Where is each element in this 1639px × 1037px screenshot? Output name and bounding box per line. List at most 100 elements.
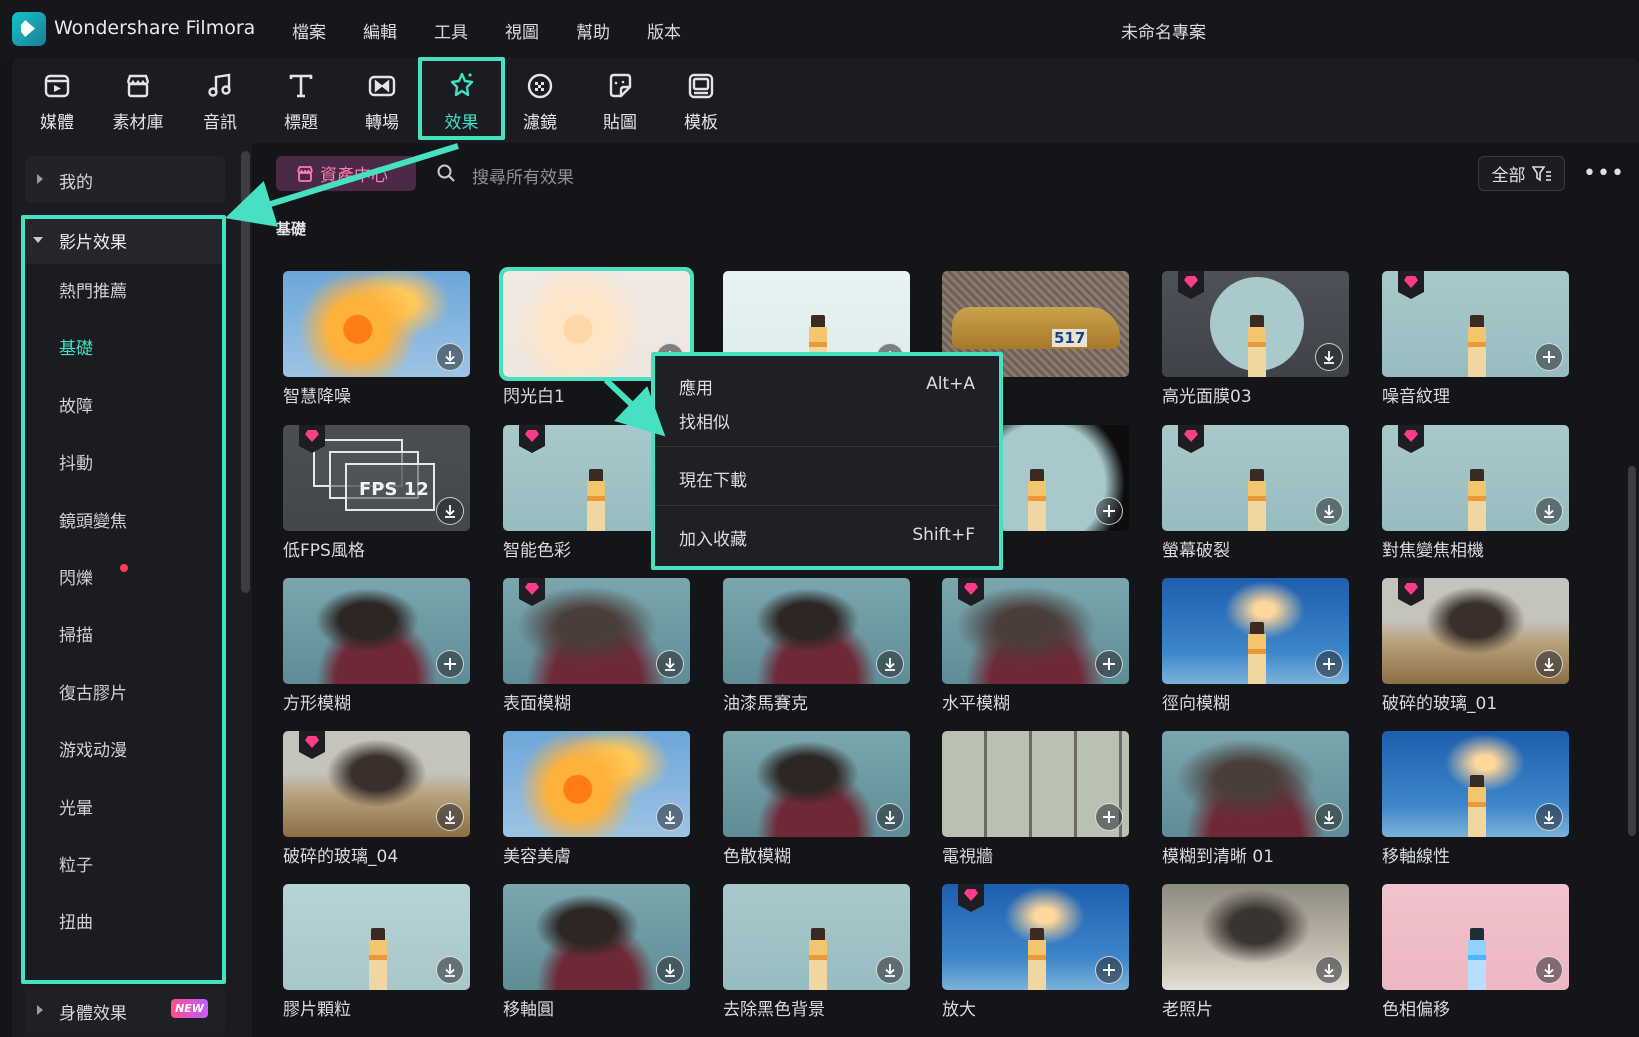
sidebar-item-glitch[interactable]: 故障 (59, 392, 93, 417)
asset-center-button[interactable]: 資產中心 (276, 156, 416, 191)
sidebar-item-popular[interactable]: 熱門推薦 (59, 277, 127, 302)
add-icon[interactable] (1095, 956, 1123, 984)
effect-card[interactable] (1162, 271, 1349, 377)
download-icon[interactable] (1315, 803, 1343, 831)
effect-card[interactable] (1382, 884, 1569, 990)
menu-edit[interactable]: 編輯 (363, 18, 397, 43)
menu-apply[interactable]: 應用 (679, 374, 713, 399)
effect-card[interactable] (1162, 884, 1349, 990)
tab-stickers[interactable]: 貼圖 (585, 58, 655, 143)
download-icon[interactable] (876, 956, 904, 984)
tab-stickers-label: 貼圖 (603, 113, 637, 133)
download-icon[interactable] (656, 650, 684, 678)
project-name[interactable]: 未命名專案 (1121, 18, 1206, 43)
effect-card[interactable]: FPS 12 (283, 425, 470, 531)
effect-card[interactable] (1162, 578, 1349, 684)
sidebar-item-particles[interactable]: 粒子 (59, 851, 93, 876)
menu-add-favorite-shortcut: Shift+F (912, 525, 975, 545)
sidebar-my[interactable]: 我的 (25, 156, 225, 203)
search-input[interactable]: 搜尋所有效果 (472, 163, 574, 188)
lighthouse-image (587, 469, 605, 531)
download-icon[interactable] (1535, 650, 1563, 678)
tab-transitions[interactable]: 轉場 (347, 58, 417, 143)
filter-all-button[interactable]: 全部 (1478, 156, 1565, 191)
tab-titles[interactable]: 標題 (266, 58, 336, 143)
add-icon[interactable] (1095, 497, 1123, 525)
download-icon[interactable] (1535, 956, 1563, 984)
download-icon[interactable] (1315, 956, 1343, 984)
tab-audio-label: 音訊 (203, 113, 237, 133)
download-icon[interactable] (436, 343, 464, 371)
menu-file[interactable]: 檔案 (292, 18, 326, 43)
download-icon[interactable] (656, 803, 684, 831)
effect-card[interactable] (283, 884, 470, 990)
download-icon[interactable] (436, 803, 464, 831)
menu-help[interactable]: 幫助 (576, 18, 610, 43)
effect-card[interactable] (1162, 425, 1349, 531)
sidebar-group-video-effects[interactable]: 影片效果 (25, 216, 225, 264)
sidebar-item-scan[interactable]: 掃描 (59, 621, 93, 646)
more-options-icon[interactable]: ••• (1583, 161, 1625, 186)
effect-card-label: 閃光白1 (503, 387, 565, 407)
download-icon[interactable] (436, 956, 464, 984)
sidebar-item-basic[interactable]: 基礎 (59, 334, 93, 359)
effect-card[interactable] (1382, 425, 1569, 531)
effect-card-label: 破碎的玻璃_04 (283, 847, 399, 867)
content-scrollbar[interactable] (1628, 466, 1636, 836)
download-icon[interactable] (1315, 497, 1343, 525)
download-icon[interactable] (436, 497, 464, 525)
sidebar-item-lens-zoom[interactable]: 鏡頭變焦 (59, 507, 127, 532)
add-icon[interactable] (1315, 650, 1343, 678)
effect-card[interactable] (1382, 731, 1569, 837)
sidebar-item-retro-film[interactable]: 復古膠片 (59, 679, 127, 704)
sidebar-item-flicker[interactable]: 閃爍 (59, 564, 93, 589)
sidebar-scrollbar[interactable] (241, 151, 250, 593)
effect-card[interactable] (283, 271, 470, 377)
add-icon[interactable] (436, 650, 464, 678)
effect-card[interactable] (723, 884, 910, 990)
menu-add-favorite[interactable]: 加入收藏 (679, 525, 747, 550)
tab-templates[interactable]: 模板 (666, 58, 736, 143)
add-icon[interactable] (1095, 803, 1123, 831)
download-icon[interactable] (876, 803, 904, 831)
sidebar-item-game-anime[interactable]: 游戏动漫 (59, 736, 127, 761)
tab-audio[interactable]: 音訊 (185, 58, 255, 143)
menu-download-now[interactable]: 現在下載 (679, 466, 747, 491)
effect-card[interactable] (283, 731, 470, 837)
download-icon[interactable] (656, 956, 684, 984)
tab-effects[interactable]: 效果 (418, 57, 505, 140)
add-icon[interactable] (1095, 650, 1123, 678)
menu-find-similar[interactable]: 找相似 (679, 408, 730, 433)
effect-card[interactable] (723, 578, 910, 684)
tab-stock[interactable]: 素材庫 (103, 58, 173, 143)
effect-card[interactable] (1382, 271, 1569, 377)
sidebar-item-halo[interactable]: 光暈 (59, 794, 93, 819)
effect-card[interactable] (942, 884, 1129, 990)
effect-card[interactable] (503, 731, 690, 837)
sidebar-item-shake[interactable]: 抖動 (59, 449, 93, 474)
menu-view[interactable]: 視圖 (505, 18, 539, 43)
asset-center-label: 資產中心 (320, 166, 388, 186)
lighthouse-image (1468, 928, 1486, 990)
effect-card[interactable] (942, 578, 1129, 684)
effect-card[interactable] (1382, 578, 1569, 684)
menu-version[interactable]: 版本 (647, 18, 681, 43)
tab-filters[interactable]: 濾鏡 (505, 58, 575, 143)
menu-tools[interactable]: 工具 (434, 18, 468, 43)
sidebar-item-distortion[interactable]: 扭曲 (59, 908, 93, 933)
sidebar-highlight-annotation (21, 215, 226, 984)
effect-card[interactable] (283, 578, 470, 684)
effect-card[interactable] (503, 578, 690, 684)
download-icon[interactable] (1535, 497, 1563, 525)
effect-card[interactable] (503, 884, 690, 990)
download-icon[interactable] (876, 650, 904, 678)
tab-media[interactable]: 媒體 (22, 58, 92, 143)
premium-gem-icon (958, 884, 984, 912)
effect-card[interactable] (723, 731, 910, 837)
effect-card-label: 移軸圓 (503, 1000, 554, 1020)
add-icon[interactable] (1535, 343, 1563, 371)
effect-card[interactable] (942, 731, 1129, 837)
effect-card[interactable] (1162, 731, 1349, 837)
download-icon[interactable] (1535, 803, 1563, 831)
download-icon[interactable] (1315, 343, 1343, 371)
